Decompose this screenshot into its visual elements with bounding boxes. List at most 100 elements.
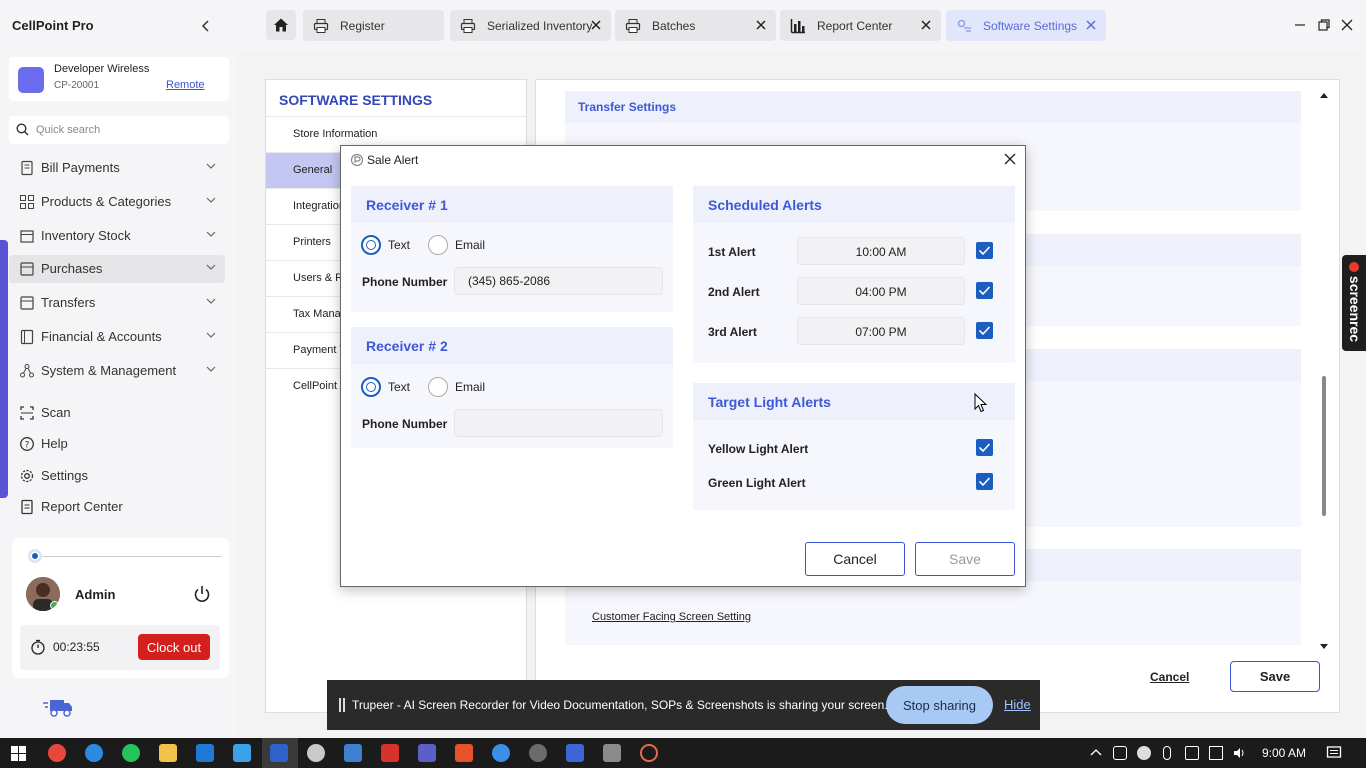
teams-icon[interactable] [418,744,436,762]
green-light-alert-checkbox[interactable] [976,473,993,490]
hide-link[interactable]: Hide [1004,697,1031,712]
alert-3-time-field[interactable]: 07:00 PM [797,317,965,345]
file-explorer-icon[interactable] [159,744,177,762]
nav-financial-accounts[interactable]: Financial & Accounts [9,323,225,351]
alert-1-checkbox[interactable] [976,242,993,259]
receiver-1-phone-input[interactable] [454,267,663,295]
app-icon[interactable] [233,744,251,762]
section-body: 1st Alert 10:00 AM 2nd Alert 04:00 PM 3r… [693,223,1015,363]
tab-batches[interactable]: Batches [615,10,776,41]
quick-search[interactable] [9,116,229,144]
collapse-sidebar-button[interactable] [200,16,212,37]
help-icon: ? [20,437,34,451]
taskbar-clock[interactable]: 9:00 AM [1262,746,1306,760]
network-icon[interactable] [1209,746,1223,760]
receiver-2-phone-input[interactable] [454,409,663,437]
nav-purchases[interactable]: Purchases [9,255,225,283]
alert-3-checkbox[interactable] [976,322,993,339]
screenrec-tab[interactable]: screenrec [1342,255,1366,351]
brave-icon[interactable] [455,744,473,762]
alert-label: Yellow Light Alert [708,442,809,456]
stopwatch-icon [31,639,45,655]
loading-app-icon[interactable] [640,744,658,762]
drag-handle-icon[interactable] [339,698,345,712]
slider-handle[interactable] [28,549,42,563]
cloud-icon[interactable] [1137,746,1151,760]
alert-2-time-field[interactable]: 04:00 PM [797,277,965,305]
home-button[interactable] [266,10,296,40]
close-icon[interactable] [588,17,604,33]
store-icon[interactable] [196,744,214,762]
tab-serialized-inventory[interactable]: Serialized Inventory [450,10,611,41]
app-icon[interactable] [529,744,547,762]
section-heading: Receiver # 2 [366,338,448,354]
close-icon[interactable] [918,17,934,33]
chevron-up-icon[interactable] [1089,746,1103,760]
scrollbar-thumb[interactable] [1322,376,1326,516]
taskbar: 9:00 AM [0,738,1366,768]
app-icon[interactable] [492,744,510,762]
tab-software-settings[interactable]: Software Settings [946,10,1106,41]
microphone-icon[interactable] [1163,746,1171,760]
volume-icon[interactable] [1232,746,1246,760]
delivery-truck-icon[interactable] [42,697,74,719]
dialog-save-button[interactable]: Save [915,542,1015,576]
tab-report-center[interactable]: Report Center [780,10,941,41]
windows-start-icon[interactable] [11,746,26,761]
search-input[interactable] [36,120,221,140]
settings-cancel-link[interactable]: Cancel [1150,670,1189,684]
nav-scan[interactable]: Scan [9,399,225,427]
app-title: CellPoint Pro [12,18,94,33]
stop-sharing-button[interactable]: Stop sharing [886,686,993,724]
window-close-icon[interactable] [1340,18,1354,32]
section-header: Target Light Alerts [693,383,1015,420]
app-icon[interactable] [307,744,325,762]
close-icon[interactable] [1083,17,1099,33]
app-icon[interactable] [344,744,362,762]
nav-settings[interactable]: Settings [9,462,225,490]
tray-app-icon[interactable] [1113,746,1127,760]
restore-icon[interactable] [1317,18,1331,32]
close-icon[interactable] [1003,152,1017,166]
transfer-settings-header: Transfer Settings [565,91,1301,123]
nav-label: Inventory Stock [41,228,131,243]
nav-transfers[interactable]: Transfers [9,289,225,317]
notifications-icon[interactable] [1326,745,1342,761]
nav-inventory-stock[interactable]: Inventory Stock [9,222,225,250]
clock-out-button[interactable]: Clock out [138,634,210,660]
sale-alert-dialog: Sale Alert Receiver # 1 Text Email Phone… [340,145,1026,587]
tab-register[interactable]: Register [303,10,444,41]
cellpoint-icon[interactable] [270,744,288,762]
nav-report-center[interactable]: Report Center [9,493,225,521]
dialog-cancel-button[interactable]: Cancel [805,542,905,576]
nav-products-categories[interactable]: Products & Categories [9,188,225,216]
power-icon[interactable] [192,584,212,604]
customer-facing-screen-link[interactable]: Customer Facing Screen Setting [592,611,751,623]
shift-timer: 00:23:55 [53,640,100,654]
receiver-2-text-radio[interactable] [361,377,381,397]
edge-icon[interactable] [85,744,103,762]
scroll-down-arrow-icon[interactable] [1319,643,1329,651]
scroll-up-arrow-icon[interactable] [1319,91,1329,99]
battery-icon[interactable] [1185,746,1199,760]
sidebar: CellPoint Pro Developer Wireless CP-2000… [0,0,238,738]
nav-label: Purchases [41,261,103,276]
yellow-light-alert-checkbox[interactable] [976,439,993,456]
receiver-2-email-radio[interactable] [428,377,448,397]
settings-save-button[interactable]: Save [1230,661,1320,692]
whatsapp-icon[interactable] [122,744,140,762]
chrome-icon[interactable] [48,744,66,762]
app-icon[interactable] [566,744,584,762]
app-icon[interactable] [381,744,399,762]
close-icon[interactable] [753,17,769,33]
nav-bill-payments[interactable]: Bill Payments [9,154,225,182]
receiver-1-email-radio[interactable] [428,235,448,255]
alert-2-checkbox[interactable] [976,282,993,299]
calculator-icon[interactable] [603,744,621,762]
nav-help[interactable]: ? Help [9,430,225,458]
receiver-1-text-radio[interactable] [361,235,381,255]
nav-system-management[interactable]: System & Management [9,357,225,385]
alert-1-time-field[interactable]: 10:00 AM [797,237,965,265]
minimize-icon[interactable] [1293,18,1307,32]
remote-link[interactable]: Remote [166,79,205,91]
